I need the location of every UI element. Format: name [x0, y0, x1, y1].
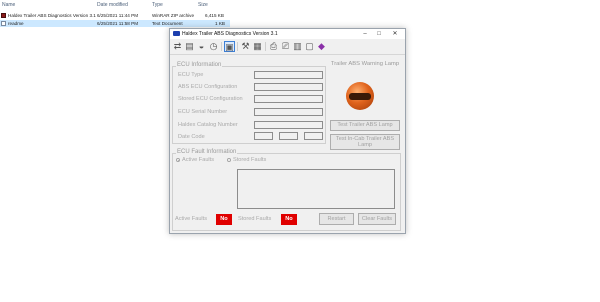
active-faults-status-badge: No: [216, 214, 232, 225]
date-code-field: [254, 132, 273, 140]
print-icon[interactable]: ⎙: [268, 41, 279, 52]
stored-ecu-configuration-field: [254, 95, 323, 103]
active-faults-radio-label: Active Faults: [182, 157, 215, 163]
file-name: readme: [8, 21, 24, 26]
date-code-field: [279, 132, 298, 140]
ecu-config-icon[interactable]: ▣: [224, 41, 235, 52]
stored-faults-radio[interactable]: [227, 158, 231, 162]
maximize-button[interactable]: □: [373, 30, 385, 38]
close-button[interactable]: ✕: [389, 30, 401, 38]
database-icon[interactable]: ▤: [184, 41, 195, 52]
date-code-label: Date Code: [178, 134, 205, 140]
window-title: Haldex Trailer ABS Diagnostics Version 3…: [182, 31, 278, 37]
column-header-name[interactable]: Name: [2, 2, 15, 8]
test-in-cab-trailer-abs-lamp-button[interactable]: Test In-Cab Trailer ABS Lamp: [330, 134, 400, 150]
report-icon[interactable]: ▥: [292, 41, 303, 52]
text-document-icon: [1, 21, 6, 26]
abs-ecu-configuration-label: ABS ECU Configuration: [178, 84, 238, 90]
file-type: Text Document: [152, 21, 183, 26]
ecu-fault-information-label: ECU Fault Information: [176, 149, 238, 155]
toolbar-separator: [265, 42, 266, 51]
lamp-band: [349, 93, 371, 100]
fault-list-box[interactable]: [237, 169, 395, 209]
connect-icon[interactable]: ⇄: [172, 41, 183, 52]
column-header-date[interactable]: Date modified: [97, 2, 128, 8]
toolbar-separator: [237, 42, 238, 51]
toolbar: ⇄ ▤ ◒ ◷ ▣ ⚒ ▦ ⎙ ⎚ ▥ ▢ ◆: [170, 40, 405, 55]
column-header-size[interactable]: Size: [198, 2, 208, 8]
title-bar[interactable]: Haldex Trailer ABS Diagnostics Version 3…: [170, 29, 405, 39]
file-type: WinRAR ZIP archive: [152, 13, 195, 18]
warning-lamp-icon: [346, 82, 374, 110]
file-size: 6,415 KB: [205, 13, 224, 18]
active-faults-count-label: Active Faults: [175, 216, 208, 222]
clock-icon[interactable]: ◷: [208, 41, 219, 52]
clear-faults-button[interactable]: Clear Faults: [358, 213, 396, 225]
print-preview-icon[interactable]: ⎚: [280, 41, 291, 52]
stored-ecu-configuration-label: Stored ECU Configuration: [178, 96, 243, 102]
file-row[interactable]: readme 6/25/2021 11:58 PM Text Document …: [0, 20, 230, 27]
abs-ecu-configuration-field: [254, 83, 323, 91]
tools-icon[interactable]: ⚒: [240, 41, 251, 52]
trailer-abs-warning-lamp-title: Trailer ABS Warning Lamp: [330, 61, 400, 67]
help-book-icon[interactable]: ◆: [316, 41, 327, 52]
stored-faults-count-label: Stored Faults: [238, 216, 272, 222]
file-date: 6/25/2021 11:58 PM: [97, 21, 139, 26]
ecu-serial-number-label: ECU Serial Number: [178, 109, 228, 115]
file-row[interactable]: Haldex Trailer ABS Diagnostics Version 3…: [0, 12, 230, 19]
document-icon[interactable]: ▢: [304, 41, 315, 52]
ecu-information-label: ECU Information: [176, 62, 223, 68]
stored-faults-status-badge: No: [281, 214, 297, 225]
haldex-catalog-number-field: [254, 121, 323, 129]
ecu-type-field: [254, 71, 323, 79]
disk-icon[interactable]: ◒: [196, 41, 207, 52]
file-size: 1 KB: [215, 21, 225, 26]
stored-faults-radio-label: Stored Faults: [233, 157, 267, 163]
restart-button[interactable]: Restart: [319, 213, 354, 225]
file-name: Haldex Trailer ABS Diagnostics Version 3…: [8, 13, 96, 18]
test-trailer-abs-lamp-button[interactable]: Test Trailer ABS Lamp: [330, 120, 400, 131]
date-code-field: [304, 132, 323, 140]
column-header-type[interactable]: Type: [152, 2, 163, 8]
toolbar-separator: [221, 42, 222, 51]
app-logo-icon: [173, 31, 180, 36]
active-faults-radio[interactable]: [176, 158, 180, 162]
column-header-row: Name Date modified Type Size: [0, 0, 600, 10]
minimize-button[interactable]: –: [359, 30, 371, 38]
ecu-serial-number-field: [254, 108, 323, 116]
data-log-icon[interactable]: ▦: [252, 41, 263, 52]
rar-archive-icon: [1, 13, 6, 18]
file-date: 6/25/2021 11:44 PM: [97, 13, 139, 18]
haldex-catalog-number-label: Haldex Catalog Number: [178, 122, 238, 128]
ecu-type-label: ECU Type: [178, 72, 204, 78]
